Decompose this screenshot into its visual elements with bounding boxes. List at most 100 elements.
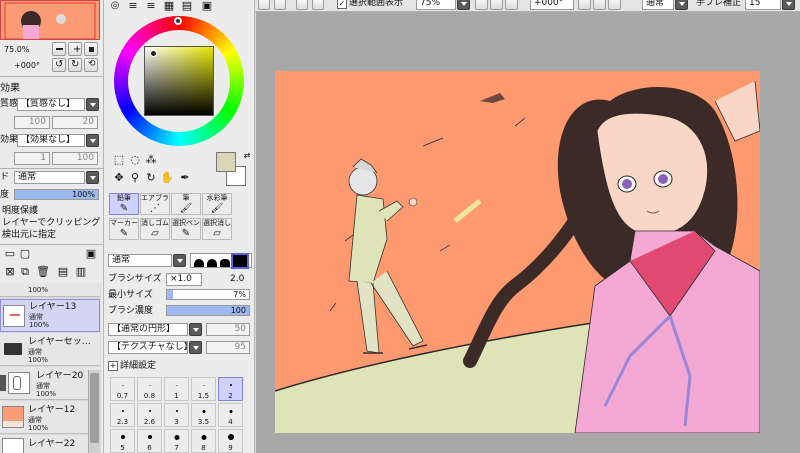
hsv-slider-tab-icon[interactable]: ≡ [144, 0, 158, 14]
drawing-canvas[interactable] [275, 71, 760, 433]
rotation-field[interactable]: +000° [530, 0, 574, 10]
tool-鉛筆[interactable]: 鉛筆 ✎ [109, 193, 139, 215]
hue-handle[interactable] [174, 17, 182, 25]
brush-shape-arrow[interactable] [189, 323, 202, 336]
rect-select-icon[interactable]: ⬚ [112, 154, 126, 168]
brush-texture-select[interactable]: 【テクスチャなし】 [108, 341, 188, 354]
tool-マーカー[interactable]: マーカー ✎ [109, 218, 139, 240]
texture-scale-field[interactable]: 100 [14, 116, 50, 129]
clipping-option[interactable]: レイヤーでクリッピング [2, 218, 100, 229]
move-icon[interactable]: ✥ [112, 172, 126, 186]
merge-down-icon[interactable]: ⧉ [18, 266, 32, 280]
eyedropper-icon[interactable]: ✒ [178, 172, 192, 186]
tool-選択消し[interactable]: 選択消し ▱ [202, 218, 232, 240]
new-folder-icon[interactable]: ▢ [18, 248, 32, 262]
texture-select[interactable]: 【質感なし】 [17, 98, 85, 111]
top-zoom-in-button[interactable] [490, 0, 503, 10]
navigator-thumbnail[interactable] [0, 0, 100, 40]
rotate-icon[interactable]: ↻ [144, 172, 158, 186]
tool-筆[interactable]: 筆 🖌 [171, 193, 201, 215]
brush-size-cell[interactable]: 2.6 [137, 403, 162, 427]
top-rotate-left-button[interactable] [578, 0, 591, 10]
texture-dropdown-arrow[interactable] [86, 98, 99, 111]
tool-選択ペン[interactable]: 選択ペン ✎ [171, 218, 201, 240]
palette-tab-icon[interactable]: ▤ [180, 0, 194, 14]
tool-エアブラシ[interactable]: エアブラシ⋰ [140, 193, 170, 215]
zoom-select[interactable]: 75% [416, 0, 456, 10]
advanced-settings-toggle[interactable]: + [108, 361, 118, 371]
top-rotate-reset-button[interactable] [608, 0, 621, 10]
zoom-reset-button[interactable] [84, 42, 98, 56]
zoom-in-button[interactable]: + [68, 42, 82, 56]
primary-color-swatch[interactable] [216, 152, 236, 172]
zoom-icon[interactable]: ⚲ [128, 172, 142, 186]
swatch-tab-icon[interactable]: ▦ [162, 0, 176, 14]
rotate-right-button[interactable]: ↻ [68, 58, 82, 72]
top-zoom-reset-button[interactable] [505, 0, 518, 10]
stabilizer-arrow[interactable] [782, 0, 795, 10]
brush-size-cell[interactable]: 1.5 [191, 377, 216, 401]
brush-size-cell[interactable]: 3 [164, 403, 189, 427]
brush-size-cell[interactable]: 4 [218, 403, 243, 427]
layer-row[interactable]: レイヤーセッ… 通常 100% [0, 333, 100, 366]
top-rotate-right-button[interactable] [593, 0, 606, 10]
layer-scrollbar[interactable] [88, 370, 100, 453]
transfer-down-icon[interactable]: ⊠ [3, 266, 17, 280]
preserve-opacity-option[interactable]: 明度保護 [2, 206, 38, 217]
layer-opacity-slider[interactable]: 100% [14, 189, 99, 200]
min-size-slider[interactable]: 7% [166, 289, 250, 300]
toolbar-button-4[interactable] [312, 0, 324, 10]
brush-size-cell[interactable]: 6 [137, 429, 162, 453]
top-blend-mode-select[interactable]: 通常 [642, 0, 674, 10]
brush-size-cell[interactable]: 7 [164, 429, 189, 453]
toolbar-button-3[interactable] [296, 0, 308, 10]
layer-row[interactable]: レイヤー13 通常 100% [0, 299, 100, 332]
tool-消しゴム[interactable]: 消しゴム ▱ [140, 218, 170, 240]
effect-select[interactable]: 【効果なし】 [17, 134, 85, 147]
rotate-reset-button[interactable]: ⟲ [84, 58, 98, 72]
brush-texture-strength[interactable]: 95 [206, 341, 250, 354]
scratchpad-tab-icon[interactable]: ▣ [200, 0, 214, 14]
color-wheel-tab-icon[interactable]: ◎ [108, 0, 122, 14]
reference-option[interactable]: 検出元に指定 [2, 230, 56, 241]
lasso-icon[interactable]: ◌ [128, 154, 142, 168]
effect-width-field[interactable]: 1 [14, 152, 50, 165]
magic-wand-icon[interactable]: ⁂ [144, 154, 158, 168]
brush-blend-arrow[interactable] [173, 254, 186, 267]
brush-shape-strength[interactable]: 50 [206, 323, 250, 336]
swap-colors-icon[interactable]: ⇄ [240, 150, 254, 164]
hand-icon[interactable]: ✋ [160, 172, 174, 186]
brush-shape-select[interactable]: 【通常の円形】 [108, 323, 188, 336]
rotate-left-button[interactable]: ↺ [52, 58, 66, 72]
layer-row[interactable]: 100% [0, 283, 100, 297]
rgb-slider-tab-icon[interactable]: ≡ [126, 0, 140, 14]
top-blend-mode-arrow[interactable] [675, 0, 688, 10]
brush-size-cell[interactable]: 1 [164, 377, 189, 401]
brush-density-slider[interactable]: 100 [166, 305, 250, 316]
stabilizer-select[interactable]: 15 [745, 0, 781, 10]
layer-row[interactable]: レイヤー20 通常 100% [0, 367, 100, 400]
advanced-settings-label[interactable]: 詳細設定 [120, 361, 156, 372]
brush-edge-hardness[interactable] [190, 253, 252, 269]
effect-dropdown-arrow[interactable] [86, 134, 99, 147]
clear-layer-icon[interactable]: ▤ [56, 266, 70, 280]
brush-size-cell[interactable]: 3.5 [191, 403, 216, 427]
selection-checkbox[interactable]: ✓ [337, 0, 347, 9]
top-zoom-out-button[interactable] [475, 0, 488, 10]
brush-size-cell[interactable]: 2 [218, 377, 243, 401]
delete-layer-icon[interactable]: 🗑 [36, 266, 50, 280]
layer-row[interactable]: レイヤー22 [0, 435, 100, 453]
brush-size-cell[interactable]: 0.8 [137, 377, 162, 401]
brush-size-cell[interactable]: 9 [218, 429, 243, 453]
tool-水彩筆[interactable]: 水彩筆 🖌 [202, 193, 232, 215]
brush-size-cell[interactable]: 2.3 [110, 403, 135, 427]
zoom-select-arrow[interactable] [457, 0, 470, 10]
toolbar-button-1[interactable] [258, 0, 270, 10]
copy-layer-icon[interactable]: ▥ [74, 266, 88, 280]
color-wheel[interactable] [114, 16, 244, 146]
brush-texture-arrow[interactable] [189, 341, 202, 354]
brush-size-cell[interactable]: 0.7 [110, 377, 135, 401]
scrollbar-thumb[interactable] [90, 373, 99, 443]
zoom-out-button[interactable] [52, 42, 66, 56]
layer-settings-icon[interactable]: ▣ [84, 248, 98, 262]
